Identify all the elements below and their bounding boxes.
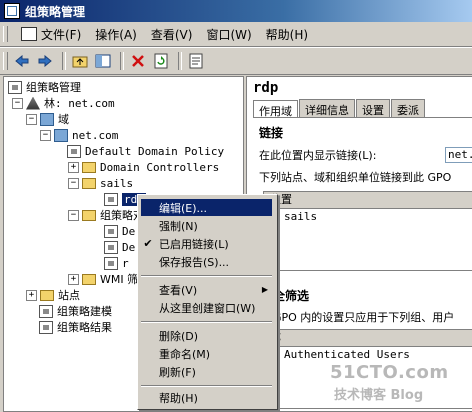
menu-action[interactable]: 操作(A) [88, 26, 144, 43]
tree-item-modeling[interactable]: 组策略建模 [39, 303, 112, 319]
gpmc-app-icon [4, 3, 20, 19]
watermark-subtext: 技术博客 Blog [334, 388, 424, 403]
submenu-arrow-icon: ▶ [261, 285, 268, 294]
menu-item-refresh[interactable]: 刷新(F) [141, 363, 272, 380]
tree-item-domain-controllers[interactable]: + Domain Controllers [68, 159, 219, 175]
gpo-link-icon [67, 144, 81, 158]
links-column-header[interactable]: 位置 [264, 192, 472, 209]
menu-separator [141, 275, 272, 277]
title-bar: 组策略管理 [0, 0, 472, 22]
wmi-folder-icon [82, 273, 96, 285]
gpo-icon [104, 256, 118, 270]
back-arrow-icon[interactable] [12, 51, 32, 71]
links-list[interactable]: 位置 sails [263, 191, 472, 271]
menu-item-delete[interactable]: 删除(D) [141, 327, 272, 344]
toolbar-separator [62, 52, 66, 70]
menu-view[interactable]: 查看(V) [144, 26, 200, 43]
menu-separator [141, 385, 272, 387]
gpo-link-icon [104, 192, 118, 206]
sites-icon [40, 289, 54, 301]
context-menu: 编辑(E)... 强制(N) ✔ 已启用链接(L) 保存报告(S)... 查看(V… [137, 194, 278, 410]
links-heading: 链接 [259, 126, 284, 140]
menu-separator [141, 321, 272, 323]
filter-heading: 全筛选 [273, 289, 310, 303]
ou-folder-icon [82, 177, 96, 189]
location-dropdown[interactable]: net.c [445, 147, 472, 163]
tab-delegation[interactable]: 委派 [391, 99, 425, 117]
menu-item-save-report[interactable]: 保存报告(S)... [141, 253, 272, 270]
forward-arrow-icon[interactable] [35, 51, 55, 71]
toolbar-separator [178, 52, 182, 70]
links-description: 下列站点、域和组织单位链接到此 GPO [259, 171, 452, 184]
list-item[interactable]: Authenticated Users [264, 347, 472, 362]
checkmark-icon: ✔ [143, 237, 153, 250]
tree-item-sails[interactable]: − sails [68, 175, 133, 191]
gpo-icon [104, 240, 118, 254]
menu-item-edit[interactable]: 编辑(E)... [141, 199, 272, 216]
tree-item-sites[interactable]: + 站点 [26, 287, 80, 303]
toolbar-separator [120, 52, 124, 70]
delete-icon[interactable] [128, 51, 148, 71]
tree-item-domains[interactable]: − 域 [26, 111, 69, 127]
tab-details[interactable]: 详细信息 [299, 99, 355, 117]
tab-border [253, 117, 472, 118]
tree-item-gpo-2[interactable]: De [104, 239, 135, 255]
tree-item-forest[interactable]: − 林: net.com [12, 95, 115, 111]
tree-item-gpo-1[interactable]: De [104, 223, 135, 239]
refresh-icon[interactable] [151, 51, 171, 71]
menu-item-enforce[interactable]: 强制(N) [141, 217, 272, 234]
menu-item-new-window[interactable]: 从这里创建窗口(W) [141, 299, 272, 316]
gpmc-icon [8, 80, 22, 94]
list-item[interactable]: sails [264, 209, 472, 224]
location-label: 在此位置内显示链接(L): [259, 149, 377, 162]
menu-grip [3, 26, 8, 42]
menu-item-link-enabled[interactable]: ✔ 已启用链接(L) [141, 235, 272, 252]
domain-icon [54, 128, 68, 142]
tree-item-gpo-3[interactable]: r [104, 255, 129, 271]
mmc-document-icon [21, 27, 37, 41]
tab-scope[interactable]: 作用域 [253, 100, 298, 118]
show-hide-tree-icon[interactable] [93, 51, 113, 71]
menu-item-help[interactable]: 帮助(H) [141, 389, 272, 406]
expand-toggle[interactable]: + [26, 289, 37, 301]
toolbar [0, 47, 472, 75]
gpo-title: rdp [253, 80, 279, 96]
menu-item-rename[interactable]: 重命名(M) [141, 345, 272, 362]
collapse-toggle[interactable]: − [68, 209, 79, 221]
tree-item-root[interactable]: 组策略管理 [8, 79, 81, 95]
watermark-text: 51CTO.com [330, 362, 449, 383]
expand-toggle[interactable]: + [68, 161, 79, 173]
window-title: 组策略管理 [25, 4, 86, 19]
properties-icon[interactable] [186, 51, 206, 71]
tab-settings[interactable]: 设置 [356, 99, 390, 117]
filter-description: GPO 内的设置只应用于下列组、用户 [273, 311, 455, 324]
menu-file[interactable]: 文件(F) [14, 26, 88, 43]
results-icon [39, 320, 53, 334]
tree-item-results[interactable]: 组策略结果 [39, 319, 112, 335]
menu-item-view[interactable]: 查看(V) ▶ [141, 281, 272, 298]
ou-folder-icon [82, 161, 96, 173]
tree-item-domain[interactable]: − net.com [40, 127, 118, 143]
menu-window[interactable]: 窗口(W) [199, 26, 258, 43]
modeling-icon [39, 304, 53, 318]
collapse-toggle[interactable]: − [26, 113, 37, 125]
collapse-toggle[interactable]: − [68, 177, 79, 189]
tab-strip: 作用域 详细信息 设置 委派 [253, 99, 426, 118]
collapse-toggle[interactable]: − [40, 129, 51, 141]
gpo-icon [104, 224, 118, 238]
expand-toggle[interactable]: + [68, 273, 79, 285]
forest-icon [26, 96, 40, 110]
gpo-folder-icon [82, 209, 96, 221]
filter-column-header[interactable]: 称 [264, 330, 472, 347]
collapse-toggle[interactable]: − [12, 97, 23, 109]
domains-icon [40, 112, 54, 126]
toolbar-grip [3, 52, 8, 70]
tree-item-default-domain-policy[interactable]: Default Domain Policy [67, 143, 224, 159]
up-folder-icon[interactable] [70, 51, 90, 71]
menu-bar: 文件(F) 操作(A) 查看(V) 窗口(W) 帮助(H) [0, 22, 472, 47]
menu-help[interactable]: 帮助(H) [259, 26, 315, 43]
